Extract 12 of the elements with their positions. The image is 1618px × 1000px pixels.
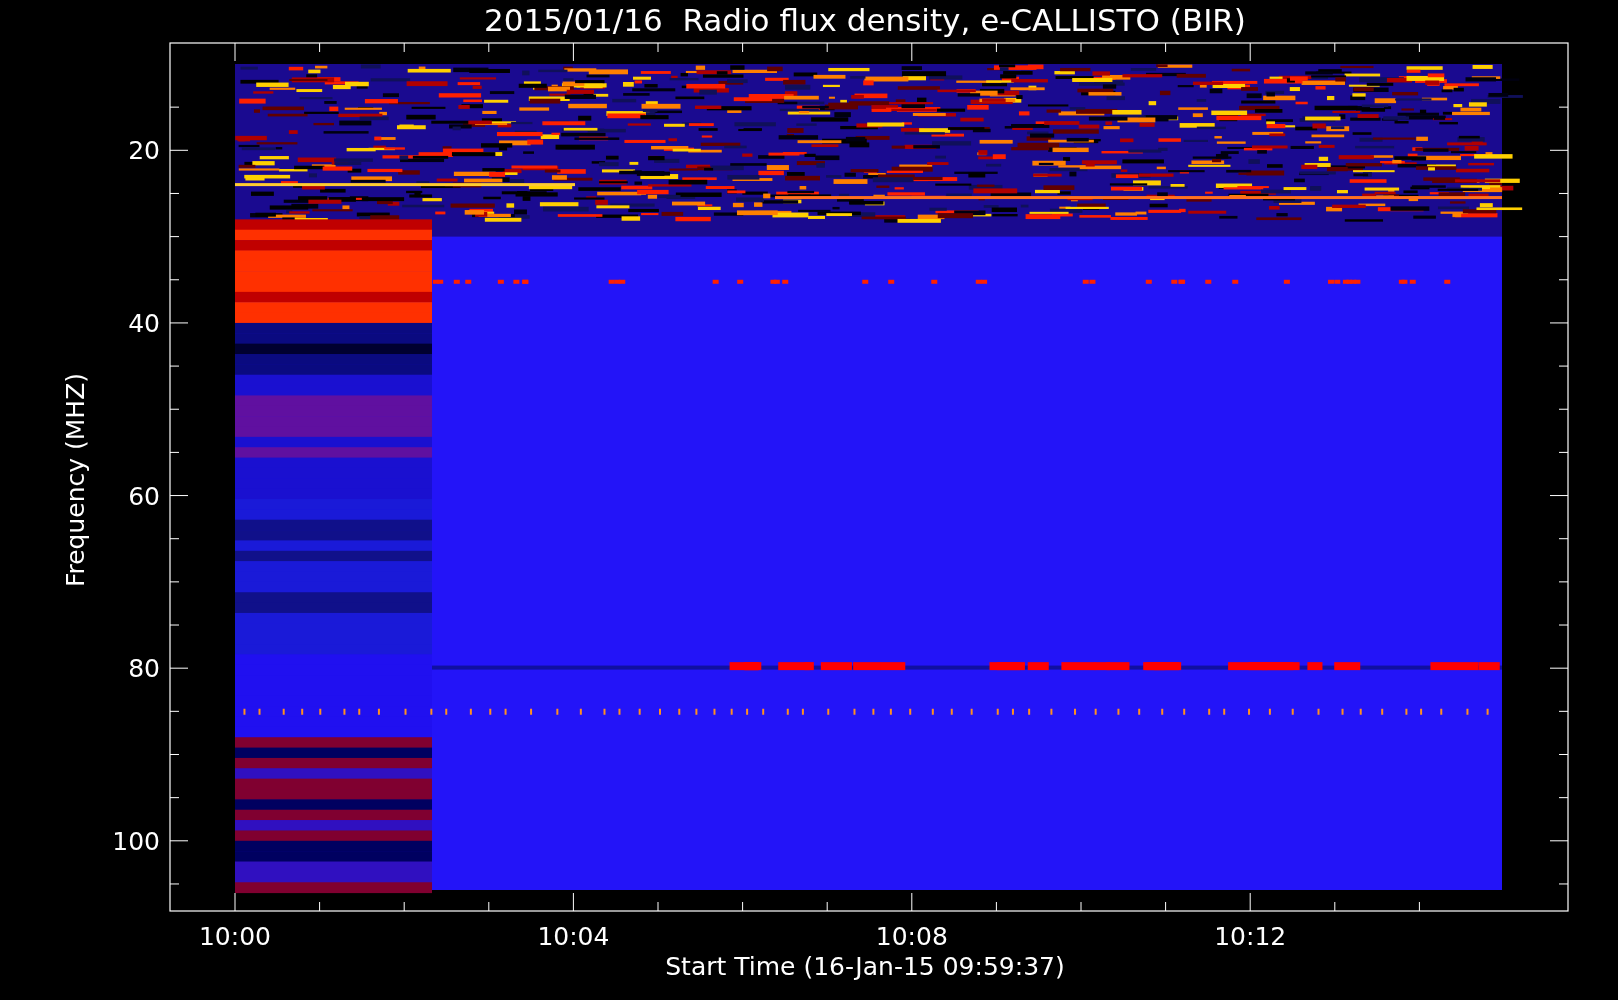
x-tick-label: 10:08 [875, 922, 948, 951]
y-tick-label: 80 [128, 654, 160, 684]
x-tick-label: 10:00 [199, 922, 271, 951]
y-axis-label: Frequency (MHZ) [61, 372, 90, 588]
x-tick-label: 10:12 [1214, 922, 1287, 951]
y-tick-label: 100 [112, 826, 160, 856]
y-tick-label: 40 [128, 308, 160, 338]
y-tick-label: 20 [128, 136, 160, 166]
y-tick-label: 60 [128, 481, 160, 511]
chart-title: 2015/01/16 Radio flux density, e-CALLISTO (BIR) [484, 2, 1246, 38]
x-tick-label: 10:04 [537, 922, 610, 951]
x-axis-label: Start Time (16-Jan-15 09:59:37) [665, 952, 1065, 981]
